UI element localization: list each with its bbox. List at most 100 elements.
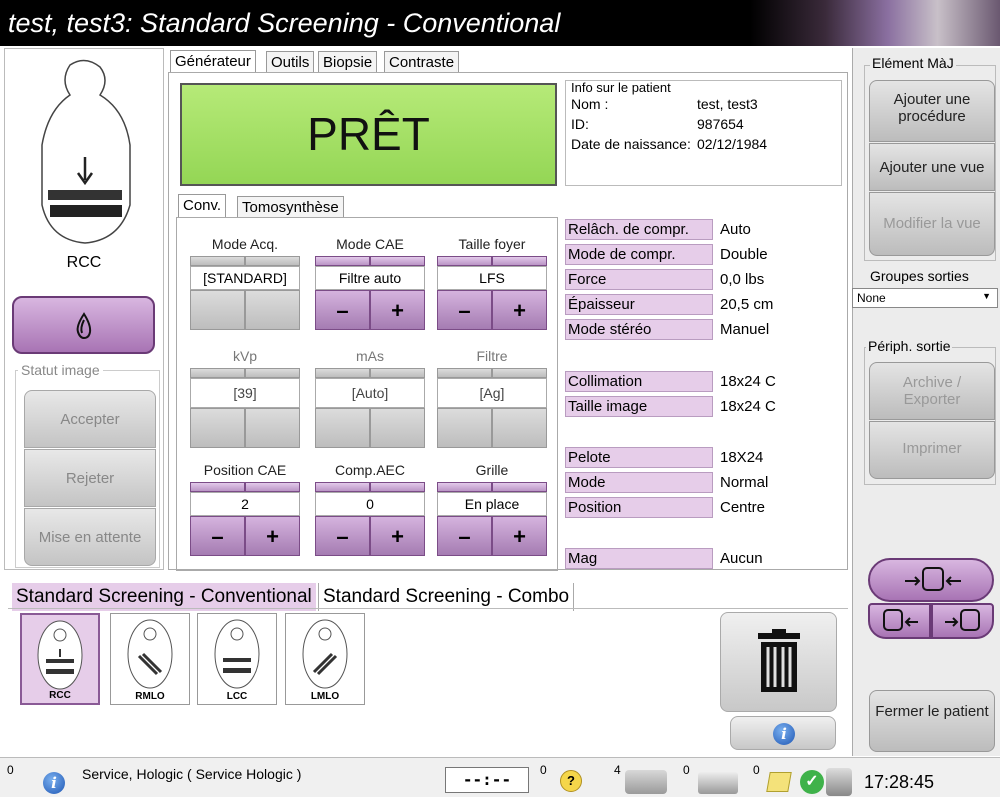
ready-indicator: PRÊT bbox=[180, 83, 557, 186]
tab-standard-screening-combo[interactable]: Standard Screening - Combo bbox=[318, 583, 575, 611]
info-icon: i bbox=[773, 723, 795, 745]
tab-generateur[interactable]: Générateur bbox=[170, 50, 256, 72]
tab-outils[interactable]: Outils bbox=[266, 51, 315, 73]
thumbnail-rcc-label: RCC bbox=[49, 690, 71, 701]
status-count-2: 4 bbox=[614, 763, 621, 777]
filtre-up-right[interactable] bbox=[492, 368, 547, 378]
thumbnail-rmlo[interactable]: RMLO bbox=[110, 613, 190, 705]
tab-contraste[interactable]: Contraste bbox=[384, 51, 460, 73]
filtre-down-left[interactable] bbox=[437, 408, 492, 448]
taille-foyer-up-left[interactable] bbox=[437, 256, 492, 266]
kvp-down-right[interactable] bbox=[245, 408, 300, 448]
ajouter-vue-button[interactable]: Ajouter une vue bbox=[869, 143, 995, 191]
ajouter-procedure-button[interactable]: Ajouter une procédure bbox=[869, 80, 995, 142]
comp-aec-up-left[interactable] bbox=[315, 482, 370, 492]
notes-icon[interactable] bbox=[766, 772, 792, 792]
taille-foyer-minus-button[interactable]: – bbox=[437, 290, 492, 330]
status-count-0: 0 bbox=[7, 763, 14, 777]
thumbnail-lmlo[interactable]: LMLO bbox=[285, 613, 365, 705]
fermer-patient-button[interactable]: Fermer le patient bbox=[869, 690, 995, 752]
groupes-sorties-select[interactable]: None ▼ bbox=[852, 288, 998, 308]
grille-minus-button[interactable]: – bbox=[437, 516, 492, 556]
kvp-label: kVp bbox=[232, 348, 258, 364]
element-maj-label: Elément MàJ bbox=[870, 55, 956, 71]
groupes-sorties-value: None bbox=[857, 291, 886, 305]
taille-foyer-plus-button[interactable]: + bbox=[492, 290, 547, 330]
status-info-icon[interactable]: i bbox=[43, 772, 65, 794]
status-user: Service, Hologic ( Service Hologic ) bbox=[82, 766, 302, 782]
param-mode-label: Mode bbox=[565, 472, 713, 493]
status-clock: 17:28:45 bbox=[864, 772, 935, 792]
grille-plus-button[interactable]: + bbox=[492, 516, 547, 556]
mode-cae-up-right[interactable] bbox=[370, 256, 425, 266]
mas-down-left[interactable] bbox=[315, 408, 370, 448]
printer-icon[interactable] bbox=[698, 772, 738, 794]
tab-tomosynthese[interactable]: Tomosynthèse bbox=[237, 196, 344, 218]
paddle-left-button[interactable] bbox=[868, 603, 931, 639]
position-cae-minus-button[interactable]: – bbox=[190, 516, 245, 556]
imprimer-button[interactable]: Imprimer bbox=[869, 421, 995, 479]
mode-acq-up-right[interactable] bbox=[245, 256, 300, 266]
paddle-center-button[interactable] bbox=[868, 558, 994, 602]
comp-aec-plus-button[interactable]: + bbox=[370, 516, 425, 556]
mode-acq-down-left[interactable] bbox=[190, 290, 245, 330]
mas-up-right[interactable] bbox=[370, 368, 425, 378]
exposure-timer: --:-- bbox=[445, 767, 529, 793]
mode-cae-up-left[interactable] bbox=[315, 256, 370, 266]
position-cae-plus-button[interactable]: + bbox=[245, 516, 300, 556]
paddle-right-button[interactable] bbox=[931, 603, 994, 639]
status-count-1: 0 bbox=[540, 763, 547, 777]
mode-cae-plus-button[interactable]: + bbox=[370, 290, 425, 330]
tab-conv[interactable]: Conv. bbox=[178, 194, 227, 218]
tab-biopsie[interactable]: Biopsie bbox=[318, 51, 378, 73]
mode-acq-down-right[interactable] bbox=[245, 290, 300, 330]
lmlo-thumb-icon bbox=[302, 619, 348, 689]
thumbnail-rcc[interactable]: RCC bbox=[20, 613, 100, 705]
computer-icon[interactable] bbox=[826, 768, 852, 796]
mas-down-right[interactable] bbox=[370, 408, 425, 448]
trash-icon bbox=[758, 629, 800, 692]
filtre-up-left[interactable] bbox=[437, 368, 492, 378]
rejeter-button[interactable]: Rejeter bbox=[24, 449, 156, 507]
param-pelote-value: 18X24 bbox=[720, 449, 764, 466]
position-cae-up-left[interactable] bbox=[190, 482, 245, 492]
comp-aec-minus-button[interactable]: – bbox=[315, 516, 370, 556]
mode-cae-minus-button[interactable]: – bbox=[315, 290, 370, 330]
filtre-label: Filtre bbox=[476, 348, 508, 364]
thumbnail-lcc[interactable]: LCC bbox=[197, 613, 277, 705]
mise-en-attente-button[interactable]: Mise en attente bbox=[24, 508, 156, 566]
patient-name: test, test3 bbox=[697, 96, 758, 112]
trash-button[interactable] bbox=[720, 612, 837, 712]
rcc-view-icon bbox=[41, 59, 131, 244]
param-position-value: Centre bbox=[720, 499, 766, 516]
position-cae-up-right[interactable] bbox=[245, 482, 300, 492]
window-title: test, test3: Standard Screening - Conven… bbox=[8, 8, 561, 38]
kvp-up-right[interactable] bbox=[245, 368, 300, 378]
modifier-vue-button[interactable]: Modifier la vue bbox=[869, 192, 995, 256]
info-button[interactable]: i bbox=[730, 716, 836, 750]
archive-exporter-button[interactable]: Archive / Exporter bbox=[869, 362, 995, 420]
water-drop-button[interactable] bbox=[12, 296, 155, 354]
scanner-icon[interactable] bbox=[625, 770, 667, 794]
kvp-up-left[interactable] bbox=[190, 368, 245, 378]
filtre-down-right[interactable] bbox=[492, 408, 547, 448]
mas-up-left[interactable] bbox=[315, 368, 370, 378]
mode-acq-up-left[interactable] bbox=[190, 256, 245, 266]
accepter-button[interactable]: Accepter bbox=[24, 390, 156, 448]
param-force-value: 0,0 lbs bbox=[720, 271, 765, 288]
help-icon[interactable]: ? bbox=[560, 770, 582, 792]
paddle-center-icon bbox=[905, 567, 961, 591]
comp-aec-up-right[interactable] bbox=[370, 482, 425, 492]
grille-up-right[interactable] bbox=[492, 482, 547, 492]
thumbnail-rmlo-label: RMLO bbox=[135, 691, 165, 702]
taille-foyer-up-right[interactable] bbox=[492, 256, 547, 266]
param-pelote-label: Pelote bbox=[565, 447, 713, 468]
kvp-down-left[interactable] bbox=[190, 408, 245, 448]
lcc-thumb-icon bbox=[214, 619, 260, 689]
status-count-3: 0 bbox=[683, 763, 690, 777]
taille-foyer-value: LFS bbox=[437, 266, 547, 290]
param-mode-compr-label: Mode de compr. bbox=[565, 244, 713, 265]
grille-up-left[interactable] bbox=[437, 482, 492, 492]
tab-standard-screening-conventional[interactable]: Standard Screening - Conventional bbox=[12, 583, 316, 611]
check-status-icon[interactable]: ✓ bbox=[800, 770, 824, 794]
